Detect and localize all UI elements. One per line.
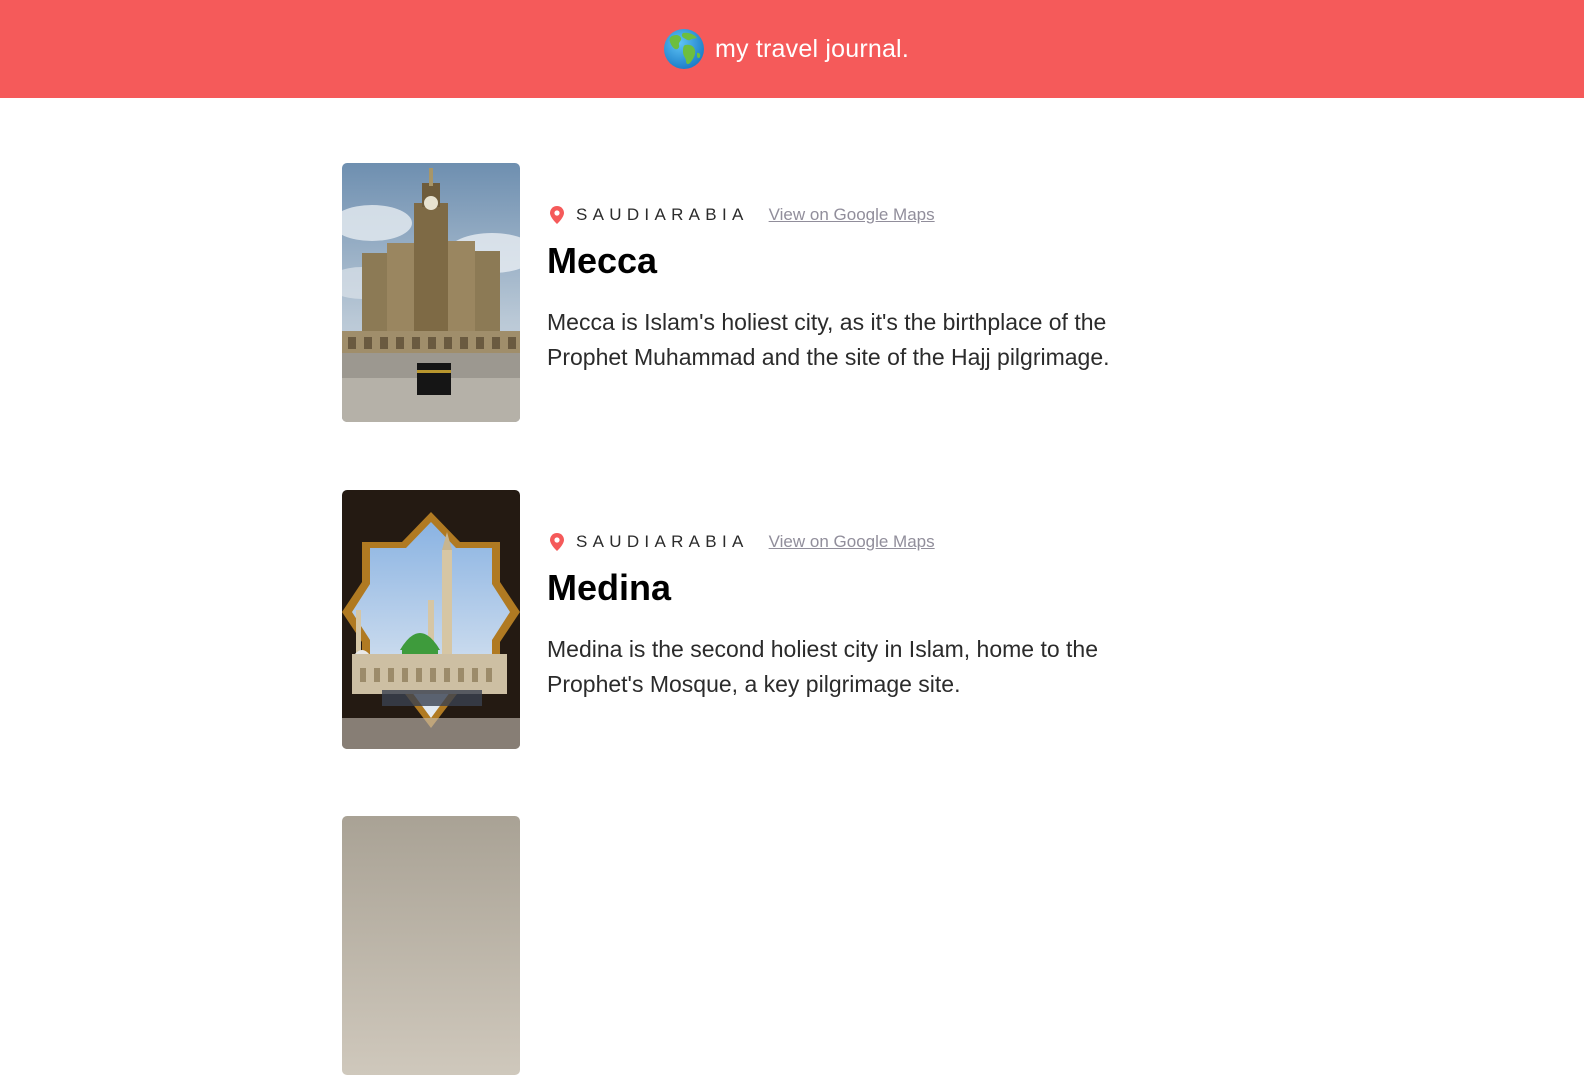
app-header: my travel journal. (0, 0, 1584, 98)
entry-info: SAUDIARABIA View on Google Maps Medina M… (547, 530, 1227, 702)
entry-title: Mecca (547, 240, 658, 281)
entry-info: SAUDIARABIA View on Google Maps Mecca Me… (547, 203, 1227, 375)
entry-image (342, 816, 520, 1075)
journal-entry (342, 816, 1242, 1075)
entry-description: Medina is the second holiest city in Isl… (547, 636, 1099, 697)
entry-image (342, 163, 520, 422)
entry-country: SAUDIARABIA (576, 532, 749, 551)
location-pin-icon (550, 533, 564, 551)
location-pin-icon (550, 206, 564, 224)
entry-description: Mecca is Islam's holiest city, as it's t… (547, 309, 1110, 370)
entry-meta: SAUDIARABIA View on Google Maps (547, 203, 1227, 227)
entry-image (342, 490, 520, 749)
view-on-google-maps-link[interactable]: View on Google Maps (769, 205, 935, 225)
view-on-google-maps-link[interactable]: View on Google Maps (769, 532, 935, 552)
entry-meta: SAUDIARABIA View on Google Maps (547, 530, 1227, 554)
app-title: my travel journal. (715, 34, 909, 63)
entry-title: Medina (547, 567, 672, 608)
journal-entry: SAUDIARABIA View on Google Maps Medina M… (342, 490, 1242, 749)
brand: my travel journal. (663, 28, 909, 70)
entry-country: SAUDIARABIA (576, 205, 749, 224)
globe-icon (664, 29, 705, 69)
journal-entry: SAUDIARABIA View on Google Maps Mecca Me… (342, 163, 1242, 422)
